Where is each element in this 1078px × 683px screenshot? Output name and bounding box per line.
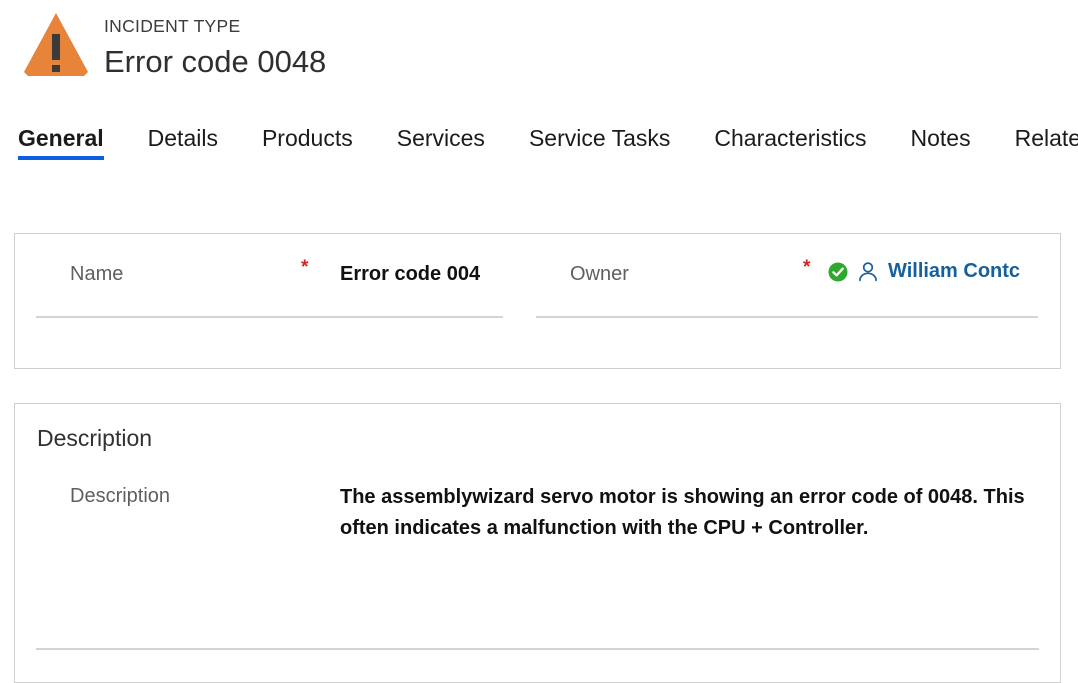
- tab-services[interactable]: Services: [375, 127, 507, 160]
- name-required-indicator: *: [301, 257, 309, 278]
- entity-kind-label: INCIDENT TYPE: [104, 16, 241, 36]
- owner-lookup-value[interactable]: William Contc: [828, 259, 1020, 284]
- owner-name-link[interactable]: William Contc: [888, 259, 1020, 284]
- general-info-card: [14, 233, 1061, 369]
- checkmark-circle-icon: [828, 262, 848, 282]
- name-field-underline: [36, 316, 503, 318]
- description-section-heading: Description: [37, 425, 153, 451]
- description-field-value[interactable]: The assemblywizard servo motor is showin…: [340, 482, 1040, 544]
- tab-notes[interactable]: Notes: [889, 127, 993, 160]
- tab-general[interactable]: General: [14, 127, 126, 160]
- owner-field-label: Owner: [570, 263, 629, 285]
- header-text-block: INCIDENT TYPE Error code 0048: [104, 8, 326, 82]
- tab-bar: General Details Products Services Servic…: [0, 110, 1078, 160]
- description-field-underline: [36, 648, 1039, 650]
- tab-products[interactable]: Products: [240, 127, 375, 160]
- tab-details[interactable]: Details: [126, 127, 240, 160]
- page-header: INCIDENT TYPE Error code 0048: [0, 0, 1078, 110]
- person-icon: [856, 260, 880, 284]
- tab-service-tasks[interactable]: Service Tasks: [507, 127, 692, 160]
- owner-required-indicator: *: [803, 257, 811, 278]
- owner-field-underline: [536, 316, 1038, 318]
- warning-triangle-icon: [20, 10, 92, 82]
- tab-related[interactable]: Related: [993, 127, 1078, 160]
- page-title: Error code 0048: [104, 43, 327, 79]
- name-field-label: Name: [70, 263, 124, 285]
- description-field-label: Description: [70, 485, 171, 507]
- tab-characteristics[interactable]: Characteristics: [692, 127, 888, 160]
- name-field-value[interactable]: Error code 004: [340, 262, 480, 287]
